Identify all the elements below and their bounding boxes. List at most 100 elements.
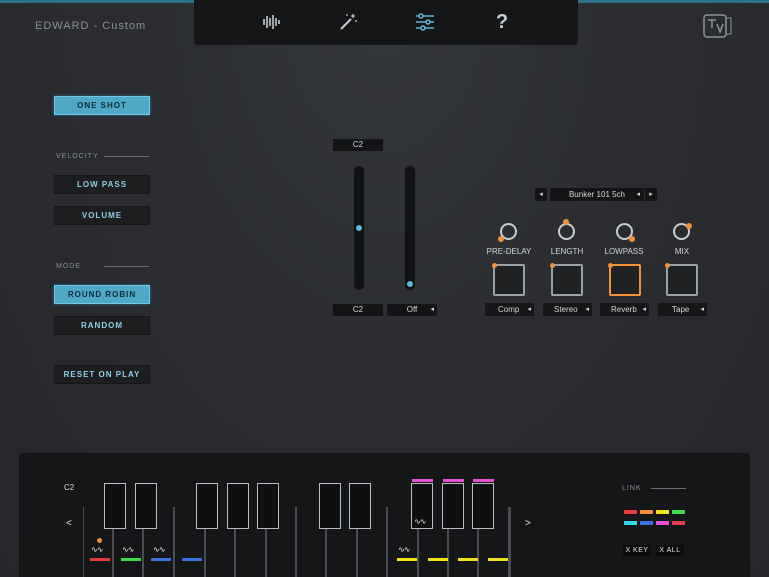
tape-select[interactable]: Tape ◂ <box>658 303 707 316</box>
mode-divider <box>104 266 149 267</box>
yellow-zone-marker <box>397 558 417 561</box>
keyboard-note-label: C2 <box>64 483 75 492</box>
black-key[interactable] <box>442 483 464 529</box>
sample-wave-icon: ∿∿ <box>91 545 103 554</box>
magic-wand-icon[interactable] <box>337 11 359 33</box>
sample-wave-icon: ∿∿ <box>122 545 134 554</box>
reverb-toggle[interactable] <box>608 263 641 296</box>
blue-zone-marker <box>182 558 202 561</box>
sample-wave-icon: ∿∿ <box>153 545 165 554</box>
waveform-icon[interactable] <box>261 11 283 33</box>
pre-delay-label: PRE-DELAY <box>486 247 532 256</box>
comp-select[interactable]: Comp ◂ <box>485 303 534 316</box>
stereo-select-label: Stereo <box>554 305 578 314</box>
reverb-select-arrow-icon: ◂ <box>642 306 646 313</box>
stereo-toggle-indicator <box>550 263 555 268</box>
mode-slider-thumb[interactable] <box>407 281 413 287</box>
mode-slider-track[interactable] <box>404 165 416 291</box>
comp-select-arrow-icon: ◂ <box>527 306 531 313</box>
black-key[interactable] <box>227 483 249 529</box>
x-key-button[interactable]: X KEY <box>623 545 651 556</box>
lowpass-label: LOWPASS <box>604 247 644 256</box>
link-swatch-orange[interactable] <box>640 510 653 514</box>
sliders-icon[interactable] <box>414 11 436 33</box>
green-zone-marker <box>121 558 141 561</box>
pink-zone-marker <box>473 479 494 482</box>
pink-zone-marker <box>443 479 464 482</box>
tape-select-arrow-icon: ◂ <box>700 306 704 313</box>
preset-select[interactable]: Bunker 101 5ch ◂ <box>550 188 644 201</box>
stereo-toggle[interactable] <box>550 263 583 296</box>
length-knob-indicator <box>563 219 569 225</box>
preset-next-button[interactable]: ▸ <box>645 188 657 201</box>
reset-on-play-button[interactable]: RESET ON PLAY <box>54 365 150 384</box>
tape-toggle[interactable] <box>665 263 698 296</box>
pink-zone-marker <box>412 479 433 482</box>
black-key[interactable] <box>257 483 279 529</box>
velocity-section-label: VELOCITY <box>56 153 99 160</box>
mode-section-label: MODE <box>56 263 81 270</box>
volume-button[interactable]: VOLUME <box>54 206 150 225</box>
link-label: LINK <box>622 485 642 492</box>
sample-wave-icon: ∿∿ <box>398 545 410 554</box>
keyboard-scroll-left-button[interactable]: < <box>66 518 72 529</box>
toolbar: ? <box>194 0 578 45</box>
reverb-toggle-indicator <box>608 263 613 268</box>
lowpass-knob-indicator <box>629 236 635 242</box>
link-swatch-green[interactable] <box>672 510 685 514</box>
length-label: LENGTH <box>550 247 584 256</box>
mode-select-arrow-icon: ◂ <box>430 306 434 313</box>
one-shot-button[interactable]: ONE SHOT <box>54 96 150 115</box>
help-icon[interactable]: ? <box>491 11 513 33</box>
link-swatch-cyan[interactable] <box>624 521 637 525</box>
mode-select[interactable]: Off ◂ <box>387 304 437 316</box>
sample-wave-icon: ∿∿ <box>414 517 426 526</box>
tape-select-label: Tape <box>672 305 690 314</box>
window-title: EDWARD - Custom <box>35 20 147 32</box>
range-slider-thumb[interactable] <box>356 225 362 231</box>
random-button[interactable]: RANDOM <box>54 316 150 335</box>
link-swatch-pink-red[interactable] <box>672 521 685 525</box>
reverb-select-label: Reverb <box>611 305 637 314</box>
keyboard-panel: C2 < > ∿∿ ∿∿ ∿∿ ∿∿ ∿∿ LINK X KEY X ALL <box>19 453 750 577</box>
black-key[interactable] <box>472 483 494 529</box>
low-pass-button[interactable]: LOW PASS <box>54 175 150 194</box>
mix-label: MIX <box>674 247 690 256</box>
reverb-select[interactable]: Reverb ◂ <box>600 303 649 316</box>
black-key[interactable] <box>319 483 341 529</box>
tape-toggle-indicator <box>665 263 670 268</box>
keyboard-scroll-right-button[interactable]: > <box>525 518 531 529</box>
comp-select-label: Comp <box>498 305 520 314</box>
link-swatch-red[interactable] <box>624 510 637 514</box>
mode-select-value: Off <box>406 305 418 314</box>
stereo-select-arrow-icon: ◂ <box>585 306 589 313</box>
logo-icon <box>703 14 733 38</box>
preset-prev-button[interactable]: ◂ <box>535 188 547 201</box>
preset-menu-arrow-icon: ◂ <box>636 191 640 198</box>
mix-knob-indicator <box>686 223 692 229</box>
range-top-note[interactable]: C2 <box>333 139 383 151</box>
link-swatch-magenta[interactable] <box>656 521 669 525</box>
x-all-button[interactable]: X ALL <box>656 545 684 556</box>
link-swatch-yellow[interactable] <box>656 510 669 514</box>
link-swatch-blue[interactable] <box>640 521 653 525</box>
yellow-zone-marker <box>458 558 478 561</box>
round-robin-button[interactable]: ROUND ROBIN <box>54 285 150 304</box>
range-slider-track[interactable] <box>353 165 365 291</box>
link-divider <box>651 488 686 489</box>
white-key[interactable] <box>509 507 511 577</box>
blue-zone-marker <box>151 558 171 561</box>
yellow-zone-marker <box>428 558 448 561</box>
comp-toggle-indicator <box>492 263 497 268</box>
stereo-select[interactable]: Stereo ◂ <box>543 303 592 316</box>
black-key[interactable] <box>349 483 371 529</box>
range-bottom-note[interactable]: C2 <box>333 304 383 316</box>
preset-name: Bunker 101 5ch <box>568 190 626 199</box>
black-key[interactable] <box>135 483 157 529</box>
black-key[interactable] <box>104 483 126 529</box>
black-key[interactable] <box>196 483 218 529</box>
active-key-indicator <box>97 538 102 543</box>
length-knob[interactable] <box>558 223 575 240</box>
comp-toggle[interactable] <box>492 263 525 296</box>
red-zone-marker <box>90 558 110 561</box>
